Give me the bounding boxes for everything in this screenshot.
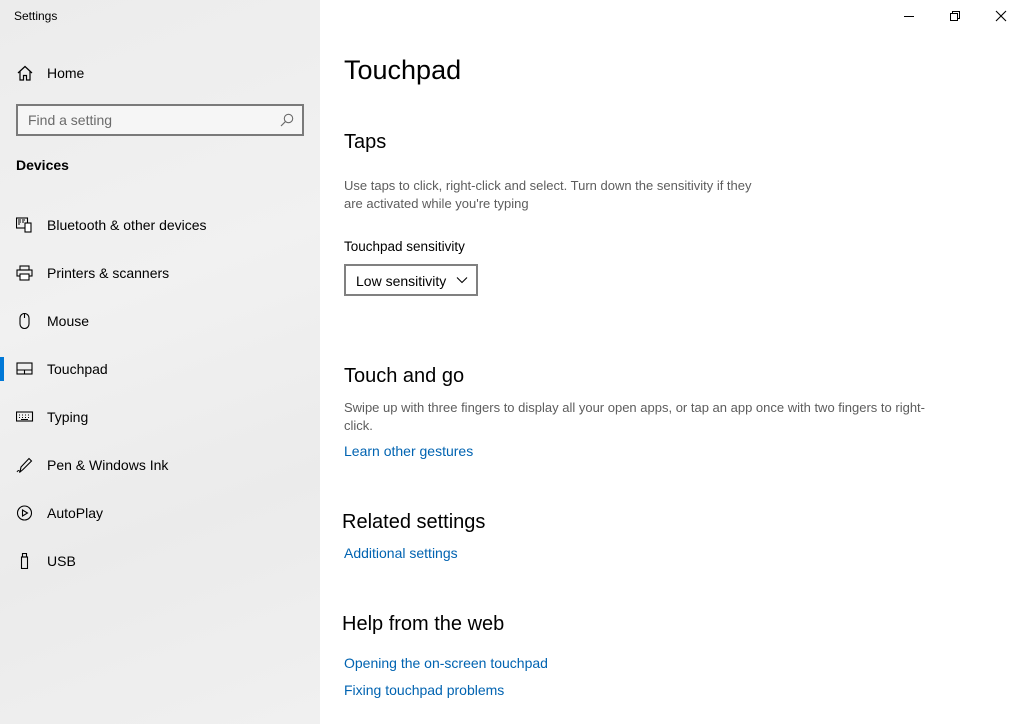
restore-icon bbox=[950, 11, 960, 21]
home-icon bbox=[17, 65, 33, 81]
sidebar-item-label: Pen & Windows Ink bbox=[47, 457, 169, 473]
section-title: Devices bbox=[16, 157, 69, 173]
sidebar-item-label: Mouse bbox=[47, 313, 90, 329]
sensitivity-value: Low sensitivity bbox=[356, 273, 447, 289]
sidebar-item-autoplay[interactable]: AutoPlay bbox=[0, 493, 320, 533]
help-link-fixing-touchpad[interactable]: Fixing touchpad problems bbox=[344, 682, 504, 698]
touch-and-go-description-line: click. bbox=[344, 418, 373, 433]
home-nav-item[interactable]: Home bbox=[0, 56, 320, 90]
help-heading: Help from the web bbox=[342, 613, 505, 635]
sidebar-item-pen[interactable]: Pen & Windows Ink bbox=[0, 445, 320, 485]
sidebar-item-mouse[interactable]: Mouse bbox=[0, 301, 320, 341]
sidebar-item-label: AutoPlay bbox=[47, 505, 104, 521]
selection-indicator bbox=[0, 357, 4, 381]
restore-button[interactable] bbox=[932, 0, 978, 32]
search-input[interactable] bbox=[18, 106, 270, 134]
sidebar-item-label: Touchpad bbox=[47, 361, 108, 377]
sensitivity-label: Touchpad sensitivity bbox=[344, 239, 465, 254]
touchpad-icon bbox=[16, 362, 33, 375]
taps-heading: Taps bbox=[344, 131, 387, 153]
app-title: Settings bbox=[14, 9, 58, 23]
printer-icon bbox=[16, 265, 33, 281]
page-title: Touchpad bbox=[344, 55, 462, 85]
sidebar-item-label: Bluetooth & other devices bbox=[47, 217, 207, 233]
minimize-icon bbox=[904, 16, 914, 17]
sidebar-item-label: Printers & scanners bbox=[47, 265, 170, 281]
sidebar: Settings Home Devices Bluetooth & other … bbox=[0, 0, 320, 724]
touch-and-go-description: Swipe up with three fingers to display a… bbox=[344, 399, 925, 435]
sensitivity-dropdown[interactable]: Low sensitivity bbox=[344, 264, 478, 296]
taps-description-line: are activated while you're typing bbox=[344, 196, 529, 211]
sidebar-item-label: USB bbox=[47, 553, 76, 569]
search-icon[interactable] bbox=[280, 113, 294, 127]
related-settings-heading: Related settings bbox=[342, 511, 486, 533]
minimize-button[interactable] bbox=[886, 0, 932, 32]
usb-icon bbox=[20, 553, 29, 569]
autoplay-icon bbox=[16, 505, 33, 521]
additional-settings-link[interactable]: Additional settings bbox=[344, 545, 458, 561]
sidebar-item-typing[interactable]: Typing bbox=[0, 397, 320, 437]
sidebar-item-label: Typing bbox=[47, 409, 89, 425]
keyboard-icon bbox=[16, 411, 34, 422]
sidebar-item-printers[interactable]: Printers & scanners bbox=[0, 253, 320, 293]
search-box[interactable] bbox=[16, 104, 304, 136]
close-icon bbox=[995, 10, 1007, 22]
sidebar-item-usb[interactable]: USB bbox=[0, 541, 320, 581]
bluetooth-devices-icon bbox=[16, 217, 32, 233]
taps-description-line: Use taps to click, right-click and selec… bbox=[344, 178, 752, 193]
taps-description: Use taps to click, right-click and selec… bbox=[344, 177, 752, 213]
mouse-icon bbox=[19, 313, 30, 329]
chevron-down-icon bbox=[456, 277, 468, 284]
pen-icon bbox=[16, 457, 33, 473]
close-button[interactable] bbox=[978, 0, 1015, 32]
home-label: Home bbox=[47, 65, 85, 81]
sidebar-item-touchpad[interactable]: Touchpad bbox=[0, 349, 320, 389]
learn-gestures-link[interactable]: Learn other gestures bbox=[344, 443, 473, 459]
sidebar-item-bluetooth[interactable]: Bluetooth & other devices bbox=[0, 205, 320, 245]
touch-and-go-description-line: Swipe up with three fingers to display a… bbox=[344, 400, 925, 415]
help-link-onscreen-touchpad[interactable]: Opening the on-screen touchpad bbox=[344, 655, 548, 671]
main-content: Touchpad Taps Use taps to click, right-c… bbox=[320, 0, 1015, 724]
touch-and-go-heading: Touch and go bbox=[344, 365, 465, 387]
